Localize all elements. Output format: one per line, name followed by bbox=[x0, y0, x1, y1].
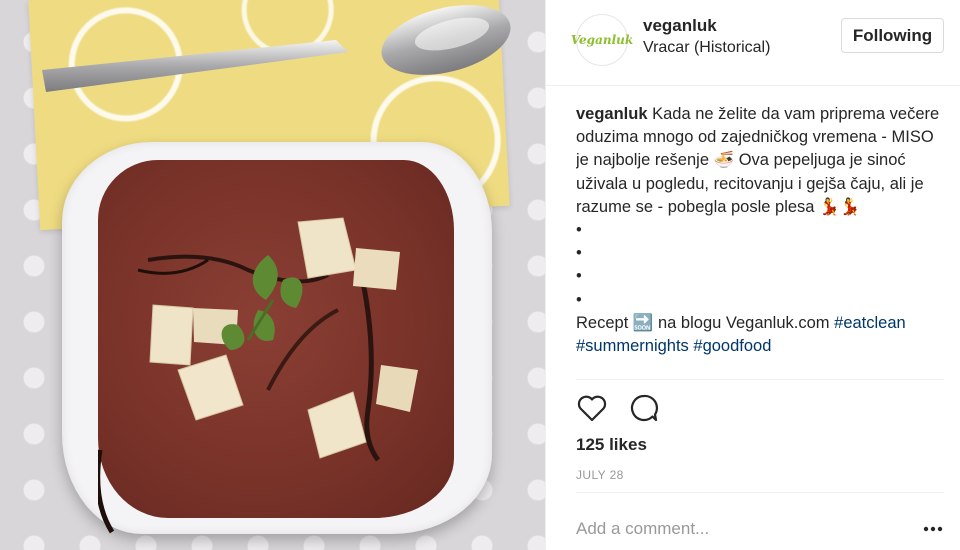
caption-bullet: • bbox=[576, 267, 582, 286]
hashtag-link[interactable]: #eatclean bbox=[834, 314, 906, 332]
spoon bbox=[42, 5, 511, 92]
divider bbox=[576, 379, 944, 380]
post-caption: veganluk Kada ne želite da vam priprema … bbox=[576, 103, 946, 379]
username-link[interactable]: veganluk bbox=[643, 16, 717, 36]
hashtag-link[interactable]: #summernights bbox=[576, 337, 689, 355]
likes-count[interactable]: 125 likes bbox=[576, 435, 647, 455]
post-photo[interactable] bbox=[0, 0, 545, 550]
post-actions bbox=[576, 392, 660, 424]
hashtag-link[interactable]: #goodfood bbox=[693, 337, 771, 355]
caption-recipe-text: Recept 🔜 na blogu Veganluk.com bbox=[576, 313, 830, 332]
caption-username-link[interactable]: veganluk bbox=[576, 105, 648, 123]
ellipsis-icon[interactable] bbox=[922, 518, 944, 540]
comment-bubble-icon[interactable] bbox=[628, 392, 660, 424]
comment-input[interactable] bbox=[576, 514, 896, 544]
post-header: Veganluk veganluk Vracar (Historical) Fo… bbox=[546, 0, 960, 86]
caption-bullet: • bbox=[576, 244, 582, 263]
heart-outline-icon[interactable] bbox=[576, 392, 608, 424]
post-details-panel: Veganluk veganluk Vracar (Historical) Fo… bbox=[545, 0, 960, 550]
post-date: JULY 28 bbox=[576, 468, 624, 482]
avatar-logo-text: Veganluk bbox=[570, 33, 634, 47]
caption-bullet: • bbox=[576, 290, 582, 309]
divider bbox=[576, 492, 944, 493]
avatar[interactable]: Veganluk bbox=[571, 14, 633, 66]
soup-garnish bbox=[98, 217, 418, 534]
location-link[interactable]: Vracar (Historical) bbox=[643, 39, 770, 57]
caption-bullet: • bbox=[576, 221, 582, 240]
following-button[interactable]: Following bbox=[841, 18, 944, 53]
